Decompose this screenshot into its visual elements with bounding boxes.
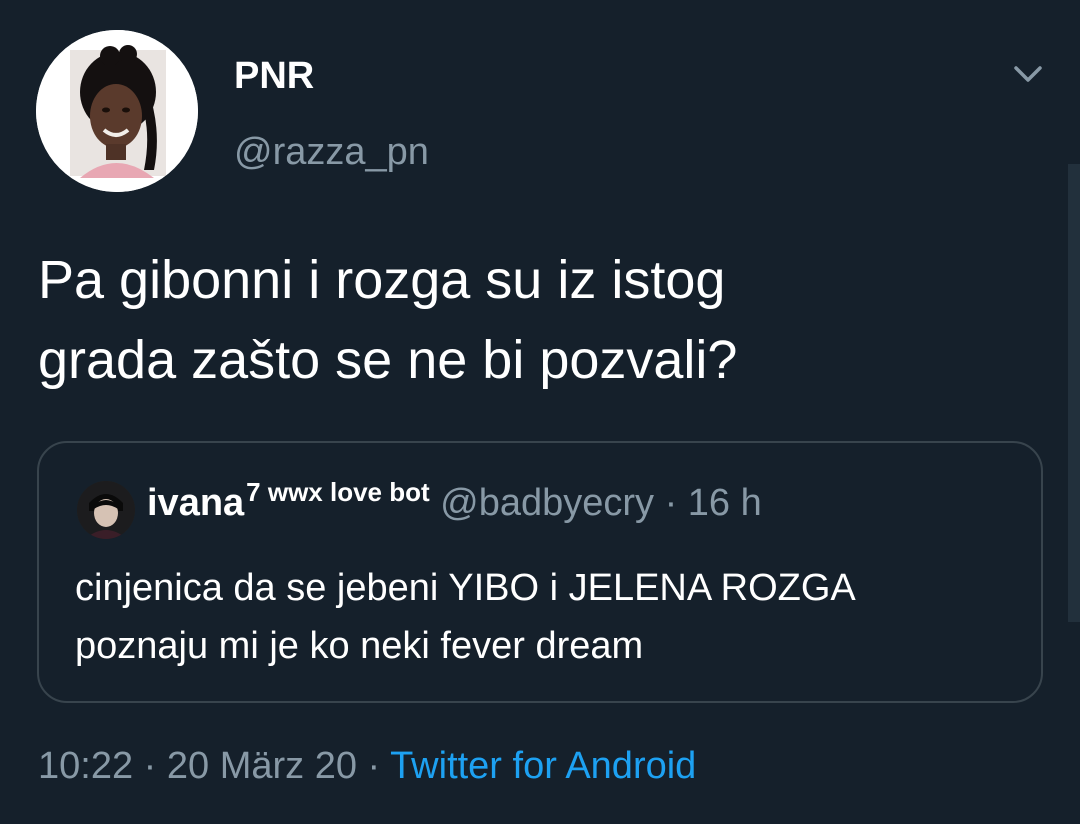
tweet-detail-view: PNR @razza_pn Pa gibonni i rozga su iz i… <box>0 0 1080 824</box>
scrollbar[interactable] <box>1068 164 1080 622</box>
tweet-time: 10:22 <box>38 745 134 787</box>
meta-separator: · <box>356 745 391 787</box>
quoted-author-name[interactable]: ivana <box>147 482 244 524</box>
chevron-down-icon[interactable] <box>1008 58 1048 90</box>
author-avatar[interactable] <box>36 30 198 192</box>
tweet-text-line: Pa gibonni i rozga su iz istog <box>38 250 726 310</box>
tweet-metadata: 10:22 · 20 März 20 · Twitter for Android <box>38 742 696 790</box>
quoted-author-name-suffix: 7 wwx love bot <box>246 477 430 507</box>
tweet-date: 20 März 20 <box>166 745 357 787</box>
quoted-tweet-text: cinjenica da se jebeni YIBO i JELENA ROZ… <box>75 559 1025 675</box>
tweet-text-line: grada zašto se ne bi pozvali? <box>38 330 738 390</box>
quoted-author-handle-time: @badbyecry · 16 h <box>440 482 762 524</box>
tweet-text: Pa gibonni i rozga su iz istog grada zaš… <box>38 240 1038 400</box>
quoted-tweet-card[interactable]: ivana7 wwx love bot @badbyecry · 16 h ci… <box>37 441 1043 703</box>
quoted-tweet-text-line: poznaju mi je ko neki fever dream <box>75 625 644 667</box>
tweet-source-link[interactable]: Twitter for Android <box>390 745 696 787</box>
profile-photo-icon <box>77 481 135 539</box>
profile-photo-icon <box>36 30 198 192</box>
quoted-tweet-header: ivana7 wwx love bot @badbyecry · 16 h <box>147 477 762 537</box>
meta-separator: · <box>133 745 167 787</box>
author-display-name[interactable]: PNR <box>234 50 314 102</box>
quoted-tweet-text-line: cinjenica da se jebeni YIBO i JELENA ROZ… <box>75 567 856 609</box>
quoted-author-avatar[interactable] <box>77 481 135 539</box>
author-handle[interactable]: @razza_pn <box>234 128 429 176</box>
